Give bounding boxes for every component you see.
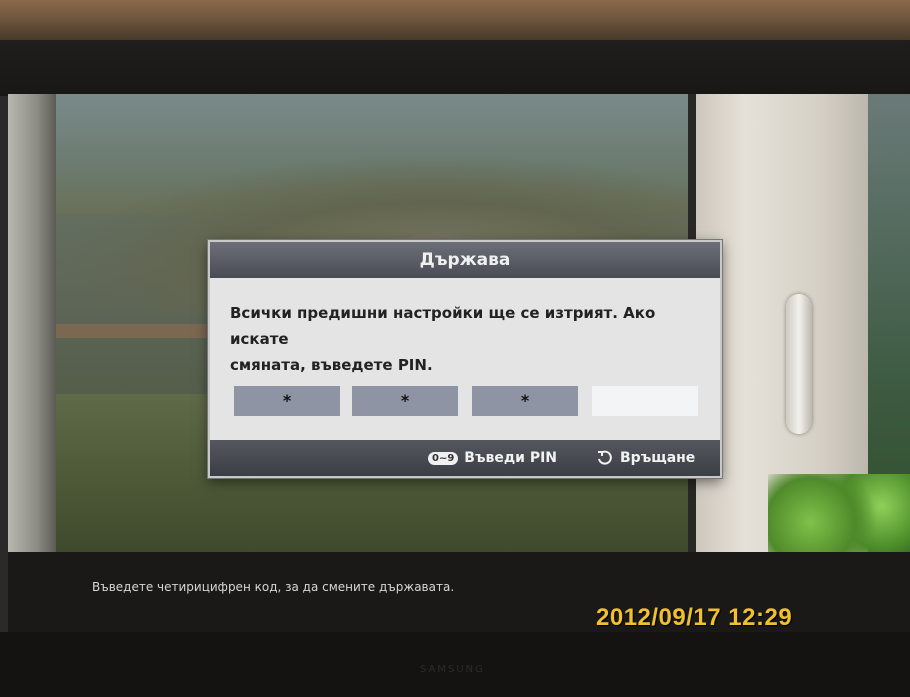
- pin-digit-1[interactable]: *: [234, 386, 340, 416]
- photo-background-rail: [56, 324, 216, 338]
- dialog-message-line-1: Всички предишни настройки ще се изтрият.…: [230, 304, 656, 348]
- dialog-footer: 0~9 Въведи PIN Връщане: [210, 440, 720, 476]
- number-keys-badge: 0~9: [428, 451, 459, 465]
- tv-bezel-top: [0, 40, 910, 96]
- pin-entry-row: * * *: [234, 386, 700, 416]
- dialog-message-line-2: смяната, въведете PIN.: [230, 356, 433, 374]
- dialog-title: Държава: [210, 242, 720, 278]
- return-icon: [598, 450, 612, 465]
- pin-digit-4[interactable]: [592, 386, 698, 416]
- return-button[interactable]: Връщане: [596, 448, 695, 468]
- camera-timestamp: 2012/09/17 12:29: [596, 604, 793, 631]
- enter-pin-label: Въведи PIN: [464, 450, 558, 466]
- country-pin-dialog: Държава Всички предишни настройки ще се …: [208, 240, 722, 478]
- pin-digit-2[interactable]: *: [352, 386, 458, 416]
- photo-left-frame: [8, 94, 56, 554]
- help-hint-text: Въведете четирицифрен код, за да смените…: [92, 580, 455, 594]
- dialog-message: Всички предишни настройки ще се изтрият.…: [230, 300, 710, 378]
- tv-brand-logo: SAMSUNG: [420, 664, 485, 675]
- photo-plant-leaves: [768, 474, 910, 554]
- pin-digit-3[interactable]: *: [472, 386, 578, 416]
- photo-window-handle: [786, 294, 812, 434]
- enter-pin-hint[interactable]: 0~9 Въведи PIN: [428, 448, 557, 468]
- return-label: Връщане: [620, 450, 696, 466]
